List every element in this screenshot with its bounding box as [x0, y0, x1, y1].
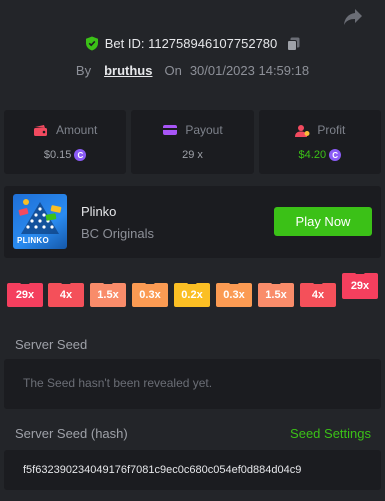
multiplier-chip: 0.3x — [132, 283, 168, 307]
card-icon — [163, 125, 178, 135]
stat-profit: Profit $4.20 C — [258, 110, 381, 174]
plinko-thumbnail[interactable]: PLINKO — [13, 194, 67, 249]
verified-shield-icon — [85, 36, 98, 51]
stat-payout-label: Payout — [185, 123, 223, 137]
multiplier-chip: 29x — [342, 273, 378, 299]
multiplier-chip: 4x — [48, 283, 84, 307]
bet-id: Bet ID: 112758946107752780 — [104, 36, 278, 51]
stat-profit-label: Profit — [317, 123, 346, 137]
bet-id-row: Bet ID: 112758946107752780 — [0, 36, 385, 51]
user-coin-icon — [295, 124, 310, 137]
wallet-icon — [33, 124, 47, 136]
game-name: Plinko — [81, 204, 117, 219]
game-provider: BC Originals — [81, 226, 154, 241]
server-seed-hash-label: Server Seed (hash) — [15, 426, 128, 441]
plinko-thumb-text: PLINKO — [17, 236, 50, 245]
stat-payout: Payout 29 x — [131, 110, 254, 174]
multiplier-chip: 0.3x — [216, 283, 252, 307]
server-seed-hash-box[interactable]: f5f632390234049176f7081c9ec0c680c054ef0d… — [4, 450, 381, 490]
multiplier-chip: 0.2x — [174, 283, 210, 307]
server-seed-label: Server Seed — [15, 337, 88, 352]
copy-icon[interactable] — [287, 37, 300, 51]
stat-profit-value: $4.20 — [298, 149, 327, 161]
multiplier-chip: 1.5x — [90, 283, 126, 307]
currency-coin-icon: C — [329, 149, 342, 161]
bet-header: Bet ID: 112758946107752780 By bruthus On… — [0, 36, 385, 78]
share-icon[interactable] — [343, 8, 363, 26]
multiplier-chip: 29x — [7, 283, 43, 307]
username-link[interactable]: bruthus — [104, 63, 152, 78]
bet-datetime: 30/01/2023 14:59:18 — [189, 63, 310, 78]
stat-amount-value: $0.15 — [43, 149, 72, 161]
multiplier-row: 29x 4x 1.5x 0.3x 0.2x 0.3x 1.5x 4x 29x — [0, 273, 385, 313]
multiplier-chip: 4x — [300, 283, 336, 307]
stat-amount: Amount $0.15 C — [4, 110, 127, 174]
bet-stats: Amount $0.15 C Payout 29 x Profit $4.20 … — [4, 110, 381, 174]
on-label: On — [164, 63, 182, 78]
bet-meta-row: By bruthus On 30/01/2023 14:59:18 — [0, 63, 385, 78]
multiplier-chip: 1.5x — [258, 283, 294, 307]
game-card: PLINKO Plinko BC Originals Play Now — [4, 186, 381, 258]
server-seed-hash-value: f5f632390234049176f7081c9ec0c680c054ef0d… — [23, 464, 302, 476]
stat-payout-value: 29 x — [182, 149, 203, 161]
play-now-button[interactable]: Play Now — [274, 207, 372, 236]
stat-amount-label: Amount — [55, 123, 98, 137]
seed-settings-link[interactable]: Seed Settings — [290, 426, 371, 441]
currency-coin-icon: C — [74, 149, 87, 161]
server-seed-box: The Seed hasn't been revealed yet. — [4, 359, 381, 409]
by-label: By — [75, 63, 92, 78]
server-seed-message: The Seed hasn't been revealed yet. — [23, 376, 213, 390]
